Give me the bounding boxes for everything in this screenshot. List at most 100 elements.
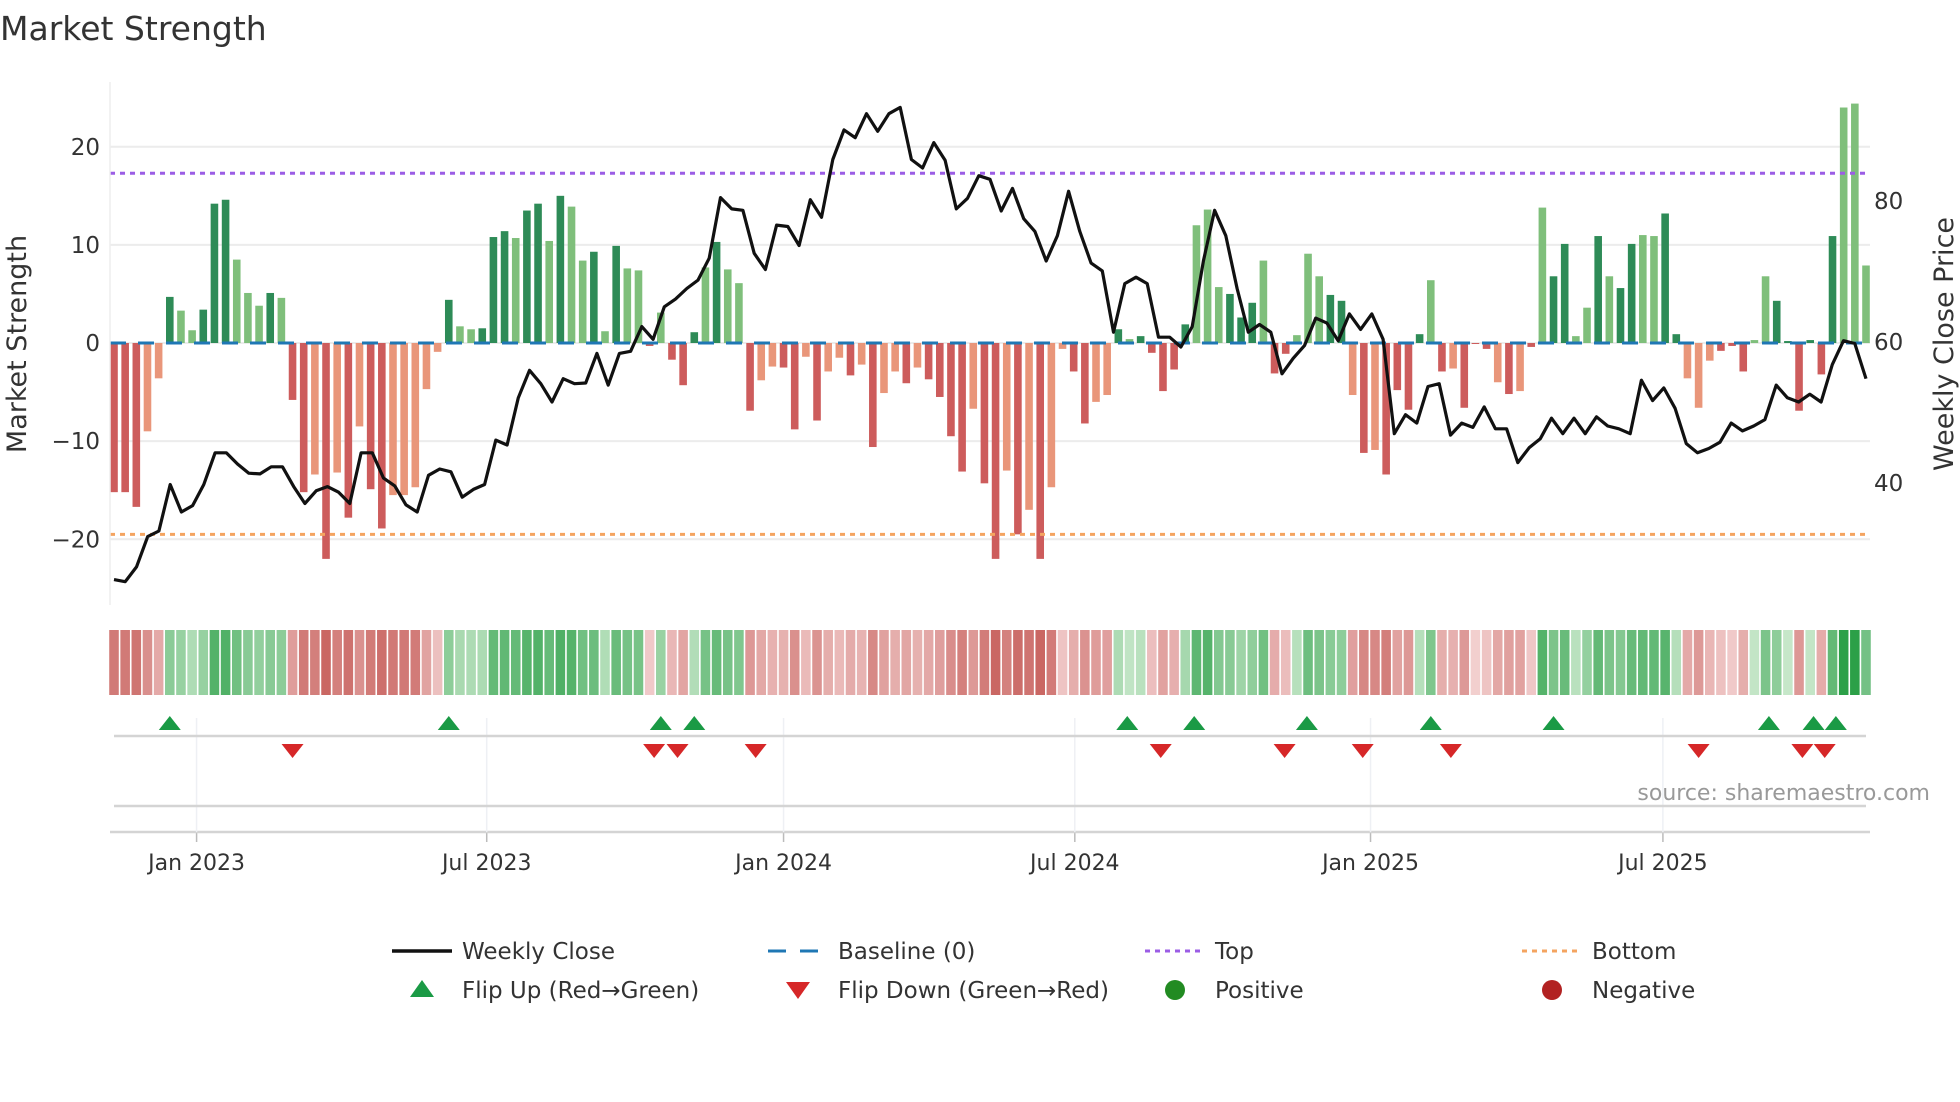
strength-bar	[1806, 340, 1814, 344]
heat-cell	[209, 630, 220, 695]
strength-bar	[132, 343, 141, 507]
strength-bar	[366, 343, 375, 490]
heat-cell	[466, 630, 476, 695]
heat-cell	[332, 630, 342, 695]
legend-item: Negative	[1542, 978, 1695, 1004]
heat-cell	[410, 630, 421, 695]
heat-cell	[499, 630, 510, 695]
strength-bar	[244, 292, 252, 344]
strength-bar	[1393, 343, 1402, 391]
strength-bar	[333, 343, 341, 473]
heat-cell	[510, 630, 521, 695]
heat-cell	[443, 630, 454, 695]
heat-cell	[1838, 630, 1849, 695]
heat-cell	[1403, 630, 1414, 695]
strength-bar	[1761, 276, 1770, 344]
strength-bar	[913, 343, 922, 368]
heat-cell	[700, 630, 711, 695]
heat-cell	[879, 630, 889, 695]
strength-bar	[1538, 207, 1547, 344]
heat-cell	[1626, 630, 1637, 695]
legend-item: Baseline (0)	[768, 939, 975, 965]
heat-cell	[399, 630, 409, 695]
strength-bar	[679, 343, 687, 386]
heat-cell	[220, 630, 231, 695]
heat-cell	[1593, 630, 1603, 695]
heat-cell	[109, 630, 119, 695]
legend-label: Flip Up (Red→Green)	[462, 978, 699, 1004]
strength-bar	[523, 210, 531, 344]
strength-bar	[1493, 343, 1502, 383]
strength-bar	[422, 343, 431, 390]
legend-item: Positive	[1165, 978, 1304, 1004]
heat-cell	[1649, 630, 1659, 695]
y2-tick-label: 40	[1874, 471, 1903, 497]
strength-bar	[1426, 280, 1435, 344]
heat-cell	[1571, 630, 1581, 695]
heat-cell	[778, 630, 789, 695]
weekly-close-line-group	[113, 105, 1868, 584]
heat-cell	[1448, 630, 1458, 695]
heat-cell	[1213, 630, 1224, 695]
heat-cell	[890, 630, 900, 695]
flip-down-marker	[1149, 744, 1172, 758]
heat-cell	[633, 630, 644, 695]
heat-cell	[120, 630, 130, 695]
heat-cell	[1359, 630, 1369, 695]
strength-bar	[1092, 343, 1100, 402]
strength-bar	[1583, 307, 1591, 344]
heat-cell	[1783, 630, 1793, 695]
strength-bar	[746, 343, 754, 411]
strength-bar	[1739, 343, 1748, 372]
flip-up-marker	[1802, 716, 1825, 730]
strength-bar	[478, 328, 487, 344]
heat-cell	[946, 630, 956, 695]
strength-bar	[433, 343, 442, 352]
heat-cell	[756, 630, 767, 695]
strength-bar	[232, 259, 241, 344]
heat-cell	[1414, 630, 1425, 695]
heat-cell	[265, 630, 276, 695]
heat-cell	[1537, 630, 1548, 695]
heat-cell	[131, 630, 142, 695]
heat-cell	[1191, 630, 1202, 695]
legend-label: Weekly Close	[462, 939, 615, 965]
heat-cell	[1292, 630, 1302, 695]
strength-bar	[567, 206, 576, 344]
strength-bar	[779, 343, 788, 368]
strength-bar	[534, 203, 542, 344]
heat-cell	[1559, 630, 1570, 695]
strength-bar	[802, 343, 810, 357]
heat-cell	[1080, 630, 1090, 695]
heat-cell	[1426, 630, 1436, 695]
heat-cell	[1861, 630, 1871, 695]
heat-cell	[1347, 630, 1358, 695]
strength-bar	[1415, 334, 1424, 344]
flip-down-marker	[281, 744, 304, 758]
heat-cell	[1381, 630, 1391, 695]
strength-bar	[322, 343, 330, 559]
heat-cell	[644, 630, 655, 695]
heat-cell	[1102, 630, 1112, 695]
heat-cell	[1794, 630, 1804, 695]
circle-pos-icon	[1165, 980, 1185, 1000]
source-label: source: sharemaestro.com	[1637, 781, 1930, 806]
heat-cell	[957, 630, 967, 695]
heat-cell	[923, 630, 934, 695]
strength-bar	[1560, 243, 1569, 344]
strength-bar	[288, 343, 297, 400]
flip-down-marker	[666, 744, 689, 758]
strength-bar	[1170, 343, 1178, 370]
heat-cell	[1303, 630, 1313, 695]
strength-bar	[601, 331, 609, 344]
heat-cell	[1202, 630, 1213, 695]
strength-bar	[880, 343, 888, 394]
strength-bar	[221, 199, 230, 344]
strength-bar	[1750, 340, 1759, 344]
heat-cell	[198, 630, 209, 695]
strength-bar	[1828, 236, 1837, 344]
strength-bar	[1650, 236, 1658, 344]
heat-cell	[935, 630, 945, 695]
strength-bar	[1315, 276, 1323, 344]
heat-cell	[1526, 630, 1537, 695]
